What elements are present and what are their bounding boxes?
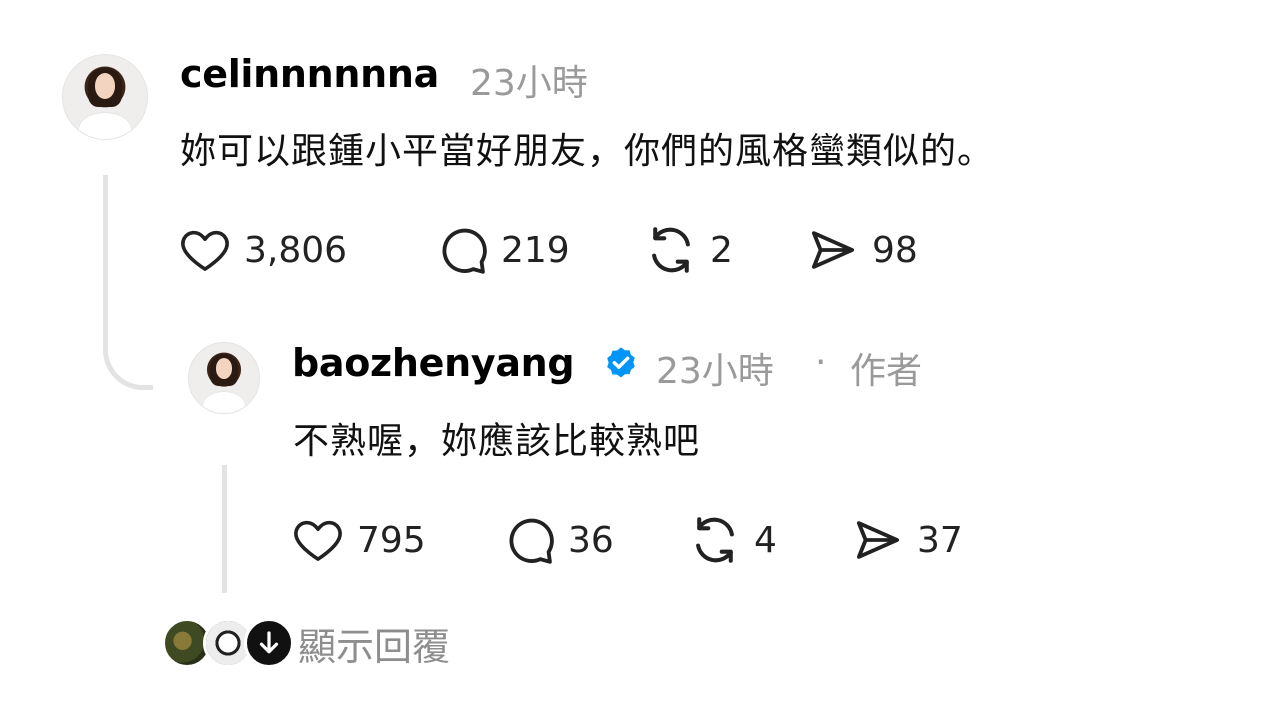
reply-username[interactable]: baozhenyang — [292, 341, 575, 385]
author-tag: 作者 — [850, 351, 923, 392]
reply-repost-button[interactable]: 4 — [688, 515, 777, 565]
like-button[interactable]: 3,806 — [178, 225, 347, 275]
reply-button[interactable]: 219 — [435, 225, 570, 275]
reply-share-count: 37 — [917, 519, 963, 561]
comment-icon — [509, 518, 554, 564]
share-count: 98 — [872, 229, 918, 271]
reply-repost-count: 4 — [754, 519, 777, 561]
avatar-baozhenyang[interactable] — [188, 342, 260, 414]
comment-username[interactable]: celinnnnnna — [180, 52, 439, 96]
share-icon — [856, 521, 900, 559]
meta-separator: · — [815, 342, 827, 383]
reply-reply-count: 36 — [568, 519, 614, 561]
down-arrow-icon — [259, 631, 279, 654]
reply-timestamp[interactable]: 23小時 — [656, 342, 774, 394]
comment-icon — [442, 228, 487, 274]
share-icon — [811, 231, 855, 269]
heart-icon — [294, 520, 342, 561]
heart-icon — [181, 230, 229, 271]
like-count: 3,806 — [244, 229, 348, 271]
reply-share-button[interactable]: 37 — [851, 515, 963, 565]
avatar-shoulders — [78, 112, 132, 139]
show-replies-button[interactable]: 顯示回覆 — [298, 616, 450, 671]
reply-count: 219 — [501, 229, 570, 271]
reply-like-button[interactable]: 795 — [291, 515, 426, 565]
reply-thread-line — [222, 465, 227, 593]
reply-text: 不熟喔，妳應該比較熟吧 — [293, 421, 701, 462]
repost-button[interactable]: 2 — [644, 225, 733, 275]
repost-icon — [696, 517, 734, 563]
threads-comment-view: celinnnnnna 23小時 妳可以跟鍾小平當好朋友，你們的風格蠻類似的。 … — [0, 0, 1280, 720]
verified-badge-icon — [607, 347, 635, 378]
repost-count: 2 — [710, 229, 733, 271]
repost-icon — [652, 227, 690, 273]
thread-connector — [103, 175, 153, 390]
comment-text: 妳可以跟鍾小平當好朋友，你們的風格蠻類似的。 — [180, 131, 995, 172]
avatar-celinnnnnna[interactable] — [62, 54, 148, 140]
reply-reply-button[interactable]: 36 — [502, 515, 614, 565]
avatar-face — [94, 73, 116, 99]
avatar-shoulders — [201, 390, 247, 413]
replier-avatar-3 — [244, 618, 294, 668]
comment-timestamp[interactable]: 23小時 — [470, 54, 588, 106]
share-button[interactable]: 98 — [806, 225, 918, 275]
reply-like-count: 795 — [357, 519, 426, 561]
